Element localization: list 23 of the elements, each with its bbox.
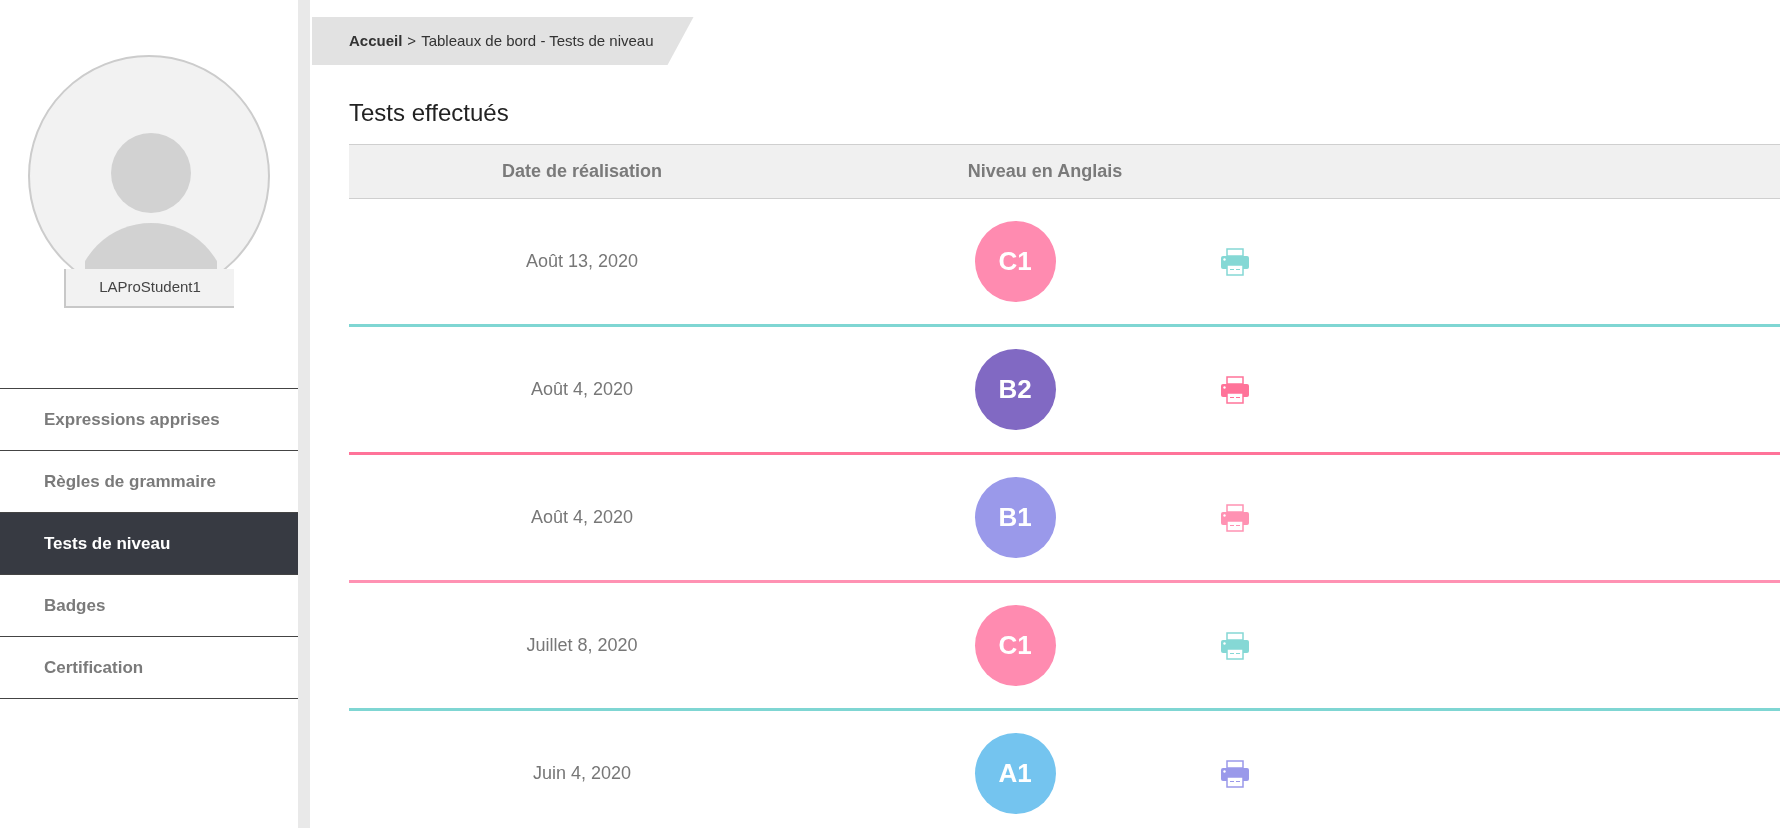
date-cell-text: Juillet 8, 2020 — [525, 634, 639, 657]
level-badge: C1 — [974, 605, 1056, 686]
printer-icon[interactable] — [1220, 375, 1250, 404]
page-title: Tests effectués — [349, 98, 510, 128]
printer-icon[interactable] — [1220, 247, 1250, 276]
breadcrumb-current: Tableaux de bord - Tests de niveau — [421, 30, 654, 51]
level-badge: C1 — [974, 221, 1056, 302]
breadcrumb-link[interactable]: Accueil — [349, 29, 403, 53]
date-cell-text: Août 4, 2020 — [529, 378, 635, 401]
printer-icon[interactable] — [1220, 503, 1250, 532]
printer-icon[interactable] — [1220, 759, 1250, 788]
level-badge: B2 — [974, 349, 1056, 430]
printer-icon[interactable] — [1220, 631, 1250, 660]
column-header: Date de réalisation — [500, 160, 664, 183]
level-badge: B1 — [974, 477, 1056, 558]
column-header: Niveau en Anglais — [966, 160, 1124, 183]
date-cell-text: Juin 4, 2020 — [531, 762, 633, 785]
nav-item[interactable]: Tests de niveau — [0, 513, 298, 575]
level-badge: A1 — [974, 733, 1056, 814]
date-cell-text: Août 4, 2020 — [529, 506, 635, 529]
date-cell-text: Août 13, 2020 — [524, 250, 640, 273]
username-label: LAProStudent1 — [64, 269, 234, 308]
breadcrumb-separator: > — [407, 30, 417, 51]
